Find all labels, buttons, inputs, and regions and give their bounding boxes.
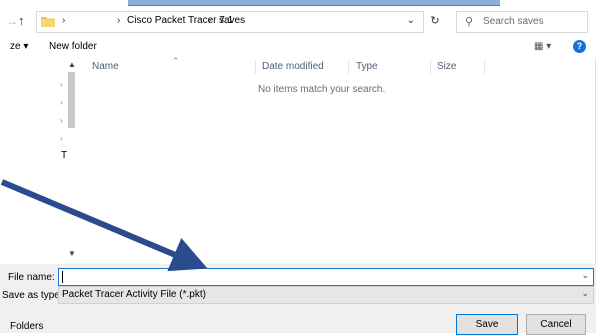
expand-chevron-icon[interactable]: ›	[60, 116, 63, 125]
expand-chevron-icon[interactable]: ›	[60, 134, 63, 143]
save-as-type-value: Packet Tracer Activity File (*.pkt)	[62, 289, 206, 300]
file-name-input[interactable]: ⌄	[58, 268, 594, 286]
cancel-button[interactable]: Cancel	[526, 314, 586, 335]
empty-list-message: No items match your search.	[258, 84, 386, 95]
column-divider[interactable]	[255, 60, 256, 74]
refresh-icon[interactable]: ↻	[428, 14, 442, 28]
breadcrumb-separator[interactable]: ›	[208, 15, 211, 26]
nav-scrollbar[interactable]: ▲ ▼	[66, 60, 77, 258]
window-title-bar	[128, 0, 500, 6]
save-form-panel: File name: ⌄ Save as type: Packet Tracer…	[0, 264, 596, 335]
column-divider[interactable]	[484, 60, 485, 74]
column-header-type[interactable]: Type	[356, 58, 378, 76]
up-arrow-icon[interactable]: ↑	[18, 13, 30, 29]
column-divider[interactable]	[430, 60, 431, 74]
breadcrumb-cisco-packet-tracer[interactable]: Cisco Packet Tracer 7.1	[127, 15, 233, 26]
file-name-label: File name:	[8, 272, 55, 283]
folder-icon	[41, 17, 55, 27]
expand-chevron-icon[interactable]: ›	[60, 98, 63, 107]
breadcrumb-saves[interactable]: saves	[219, 15, 245, 26]
window-title-strip	[0, 0, 596, 8]
breadcrumb-separator[interactable]: ›	[117, 15, 120, 26]
address-bar[interactable]: › › Cisco Packet Tracer 7.1 › saves ⌄	[36, 11, 424, 33]
chevron-down-icon[interactable]: ⌄	[407, 15, 415, 26]
view-options-button[interactable]: ▦ ▾	[534, 41, 551, 52]
search-placeholder: Search saves	[483, 16, 544, 27]
column-header-name[interactable]: Name	[92, 58, 119, 76]
expand-chevron-icon[interactable]: ›	[60, 80, 63, 89]
scroll-thumb[interactable]	[68, 72, 75, 128]
column-header-size[interactable]: Size	[437, 58, 456, 76]
new-folder-button[interactable]: New folder	[49, 41, 97, 52]
chevron-down-icon[interactable]: ⌄	[581, 288, 589, 299]
column-divider[interactable]	[348, 60, 349, 74]
save-as-type-select[interactable]: Packet Tracer Activity File (*.pkt) ⌄	[58, 286, 594, 304]
text-caret	[62, 271, 63, 283]
help-icon[interactable]: ?	[573, 40, 586, 53]
search-input[interactable]: ⚲ Search saves	[456, 11, 588, 33]
organize-button[interactable]: ze ▾	[10, 41, 28, 52]
column-header-date-modified[interactable]: Date modified	[262, 58, 324, 76]
sort-ascending-icon: ⌃	[172, 56, 180, 66]
save-as-type-label: Save as type:	[2, 290, 63, 301]
forward-arrow-icon[interactable]: →	[6, 13, 18, 29]
save-button[interactable]: Save	[456, 314, 518, 335]
command-toolbar: ze ▾ New folder ▦ ▾ ?	[0, 36, 596, 58]
breadcrumb-separator[interactable]: ›	[62, 15, 65, 26]
address-row: → ↑ › › Cisco Packet Tracer 7.1 › saves …	[0, 8, 596, 34]
file-list[interactable]: Name ⌃ Date modified Type Size No items …	[80, 56, 596, 264]
search-icon: ⚲	[465, 16, 474, 28]
scroll-down-icon[interactable]: ▼	[68, 249, 76, 258]
navigation-pane[interactable]: › › › › T ▲ ▼	[0, 58, 78, 264]
scroll-up-icon[interactable]: ▲	[68, 60, 76, 69]
hide-folders-toggle[interactable]: Folders	[10, 321, 43, 332]
chevron-down-icon[interactable]: ⌄	[581, 270, 589, 281]
